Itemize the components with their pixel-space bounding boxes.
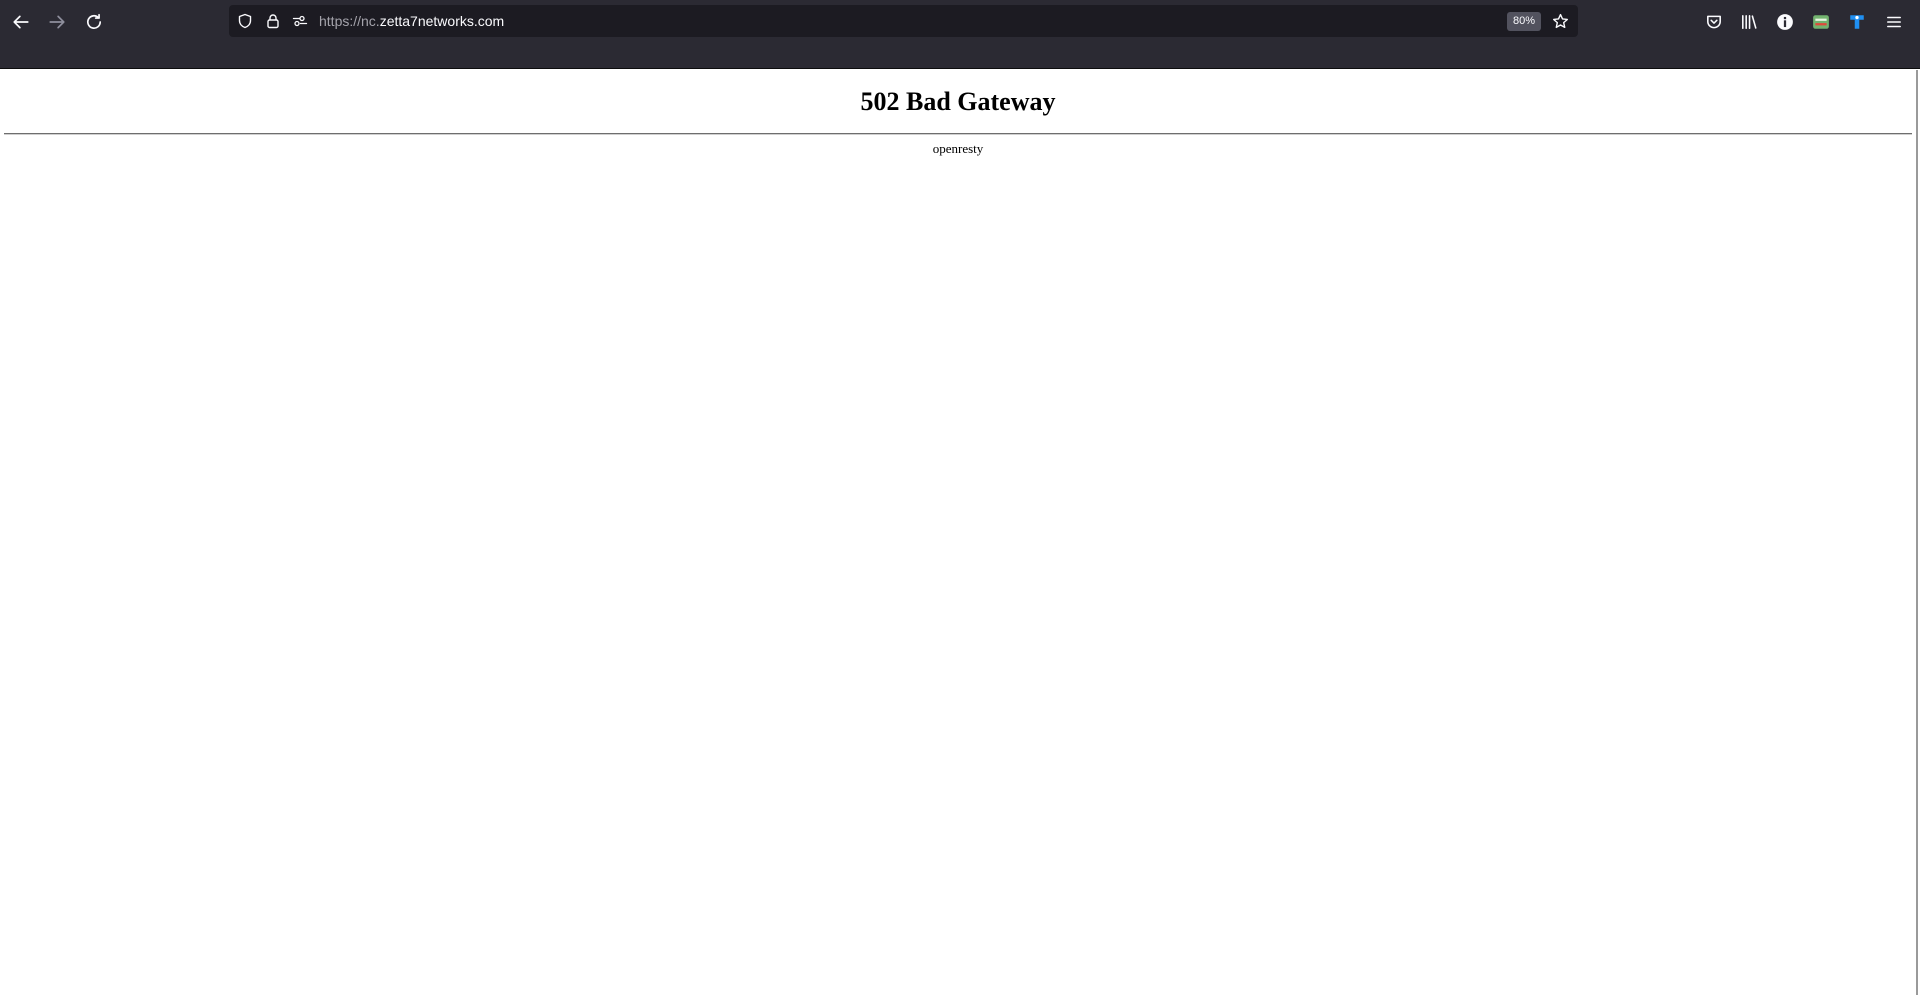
info-icon [1777,14,1793,30]
shield-icon [238,13,252,29]
page-title: 502 Bad Gateway [860,87,1056,116]
permissions-icon [292,15,308,27]
zoom-level-button[interactable]: 80% [1507,12,1542,31]
url-scheme: https://nc. [319,13,380,29]
page-divider [4,132,1912,135]
url-bar[interactable]: https://nc.zetta7networks.com 80% [229,5,1578,37]
app-menu-button[interactable] [1881,9,1907,35]
url-text[interactable]: https://nc.zetta7networks.com [319,5,504,37]
blue-extension-button[interactable] [1844,9,1870,35]
page-content: 502 Bad Gateway openresty [0,70,1918,995]
back-button[interactable] [6,7,36,37]
reload-icon [86,13,102,29]
forward-button[interactable] [42,7,72,37]
bookmark-button[interactable] [1550,11,1570,31]
menu-icon [1887,16,1901,28]
server-name: openresty [932,140,984,156]
library-icon [1742,15,1757,29]
reload-button[interactable] [79,7,109,37]
url-host: zetta7networks.com [379,13,505,29]
lock-icon [267,14,279,29]
pocket-button[interactable] [1701,9,1727,35]
pocket-icon [1707,15,1721,29]
extension-green-icon [1813,15,1829,29]
library-button[interactable] [1736,9,1762,35]
tracking-protection-button[interactable] [236,12,254,30]
arrow-left-icon [13,15,29,29]
browser-toolbar: https://nc.zetta7networks.com 80% [0,0,1920,69]
green-extension-button[interactable] [1808,9,1834,35]
arrow-right-icon [49,15,65,29]
info-extension-button[interactable] [1772,9,1798,35]
site-security-button[interactable] [264,12,282,30]
browser-window: https://nc.zetta7networks.com 80% 502 Ba… [0,0,1920,995]
site-permissions-button[interactable] [291,12,309,30]
extension-blue-icon [1850,15,1864,29]
star-icon [1552,13,1568,28]
